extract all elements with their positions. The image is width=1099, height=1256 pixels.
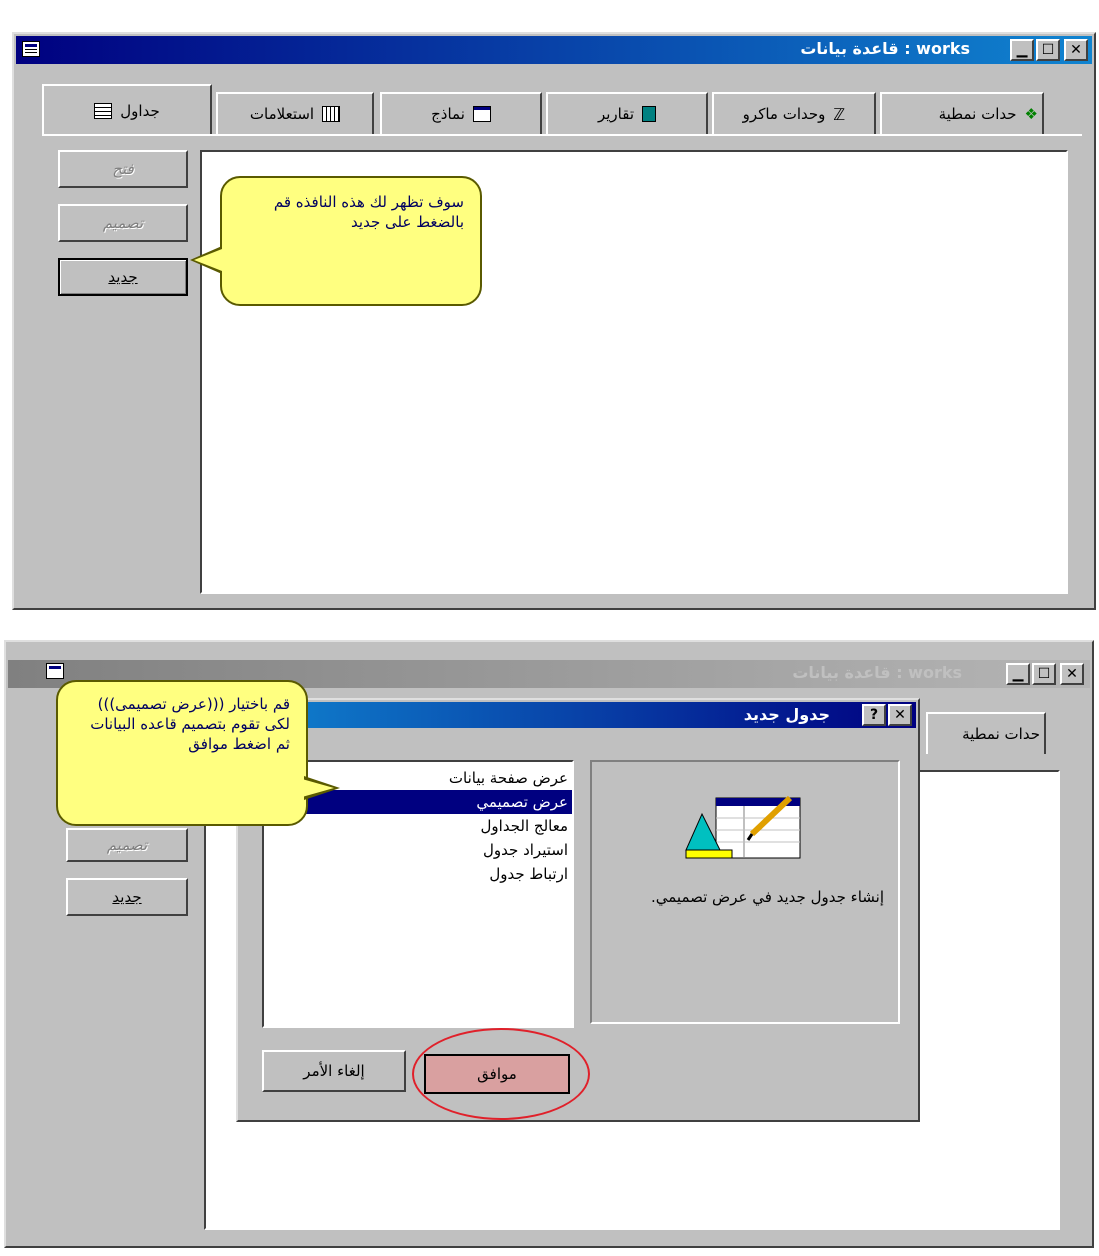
tab-panel-border — [42, 134, 1082, 136]
callout-pointer-fill — [194, 249, 222, 271]
tab-label: استعلامات — [249, 105, 315, 123]
close-button[interactable]: ✕ — [1060, 663, 1084, 685]
new-button-label: جديد — [112, 888, 142, 906]
table-type-list[interactable]: عرض صفحة بيانات عرض تصميمي معالج الجداول… — [262, 760, 574, 1028]
callout-pointer-fill — [302, 779, 334, 797]
help-button[interactable]: ? — [862, 704, 886, 726]
window-title: works : قاعدة بيانات — [792, 663, 962, 682]
tab-label: تقارير — [597, 105, 635, 123]
tab-label: حدات نمطية — [962, 725, 1040, 743]
new-table-dialog: جدول جديد ? ✕ عرض صفحة بيانات عرض تصميمي… — [236, 698, 920, 1122]
list-item[interactable]: ارتباط جدول — [264, 862, 572, 886]
tab-label: جداول — [120, 102, 160, 120]
open-button[interactable]: فتح — [58, 150, 188, 188]
callout-text: سوف تظهر لك هذه النافذه قم بالضغط على جد… — [273, 193, 464, 231]
design-button[interactable]: تصميم — [58, 204, 188, 242]
design-button-label: تصميم — [106, 836, 148, 854]
access-app-icon[interactable] — [22, 41, 40, 57]
maximize-button[interactable]: ☐ — [1036, 39, 1060, 61]
description-text: إنشاء جدول جديد في عرض تصميمي. — [650, 888, 884, 906]
minimize-button[interactable]: ▁ — [1006, 663, 1030, 685]
tab-queries[interactable]: استعلامات — [216, 92, 374, 134]
cancel-button[interactable]: إلغاء الأمر — [262, 1050, 406, 1092]
module-icon: ❖ — [1024, 105, 1038, 123]
tab-modules[interactable]: حدات نمطية — [926, 712, 1046, 754]
cancel-button-label: إلغاء الأمر — [303, 1062, 365, 1080]
window-title: works : قاعدة بيانات — [800, 39, 970, 58]
form-icon — [472, 106, 491, 122]
highlight-circle — [412, 1028, 590, 1120]
table-design-icon — [685, 795, 801, 859]
minimize-button[interactable]: ▁ — [1010, 39, 1034, 61]
help-icon: ? — [869, 707, 879, 723]
report-icon — [642, 106, 657, 122]
tab-label: حدات نمطية — [938, 105, 1017, 123]
tab-macros[interactable]: وحدات ماكرو ℤ — [712, 92, 876, 134]
tab-label: وحدات ماكرو — [742, 105, 826, 123]
list-item[interactable]: معالج الجداول — [264, 814, 572, 838]
tab-label: نماذج — [431, 105, 465, 123]
tab-modules[interactable]: حدات نمطية ❖ — [880, 92, 1044, 134]
instruction-callout: سوف تظهر لك هذه النافذه قم بالضغط على جد… — [220, 176, 482, 306]
dialog-title-bar[interactable]: جدول جديد ? ✕ — [240, 702, 916, 728]
instruction-callout: قم باختيار (((عرض تصميمى))) لكى تقوم بتص… — [56, 680, 308, 826]
dialog-title: جدول جديد — [743, 705, 830, 724]
close-button[interactable]: ✕ — [888, 704, 912, 726]
list-item[interactable]: استيراد جدول — [264, 838, 572, 862]
title-bar[interactable]: works : قاعدة بيانات ▁ ☐ ✕ — [16, 36, 1092, 64]
description-panel: إنشاء جدول جديد في عرض تصميمي. — [590, 760, 900, 1024]
tab-forms[interactable]: نماذج — [380, 92, 542, 134]
query-icon — [322, 106, 341, 122]
maximize-button[interactable]: ☐ — [1032, 663, 1056, 685]
design-button-label: تصميم — [102, 214, 144, 232]
new-button-label: جديد — [108, 268, 138, 286]
design-button[interactable]: تصميم — [66, 828, 188, 862]
new-button[interactable]: جديد — [66, 878, 188, 916]
database-window-top: works : قاعدة بيانات ▁ ☐ ✕ جداول استعلام… — [12, 32, 1096, 610]
tab-tables[interactable]: جداول — [42, 84, 212, 136]
tab-reports[interactable]: تقارير — [546, 92, 708, 134]
macro-icon: ℤ — [833, 104, 846, 124]
new-button[interactable]: جديد — [58, 258, 188, 296]
access-app-icon[interactable] — [46, 663, 64, 679]
close-button[interactable]: ✕ — [1064, 39, 1088, 61]
open-button-label: فتح — [112, 160, 134, 178]
callout-text: قم باختيار (((عرض تصميمى))) لكى تقوم بتص… — [90, 695, 290, 753]
table-icon — [94, 103, 113, 119]
